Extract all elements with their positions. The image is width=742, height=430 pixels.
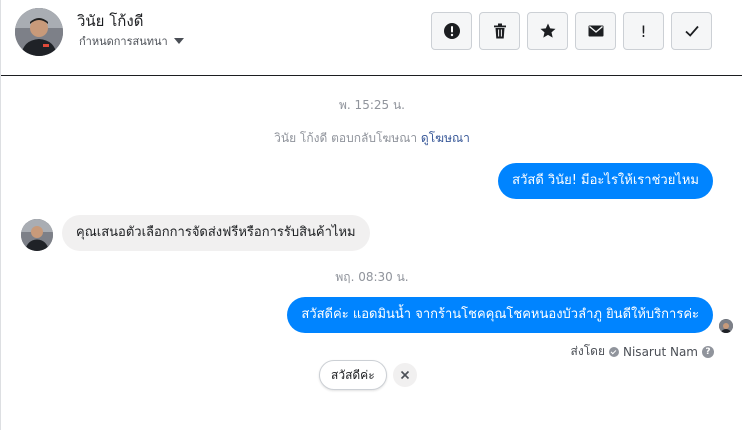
dismiss-quick-reply-button[interactable]: [393, 363, 417, 387]
person-photo-icon: [719, 320, 733, 333]
ad-reply-notice: วินัย โก้งดี ตอบกลับโฆษณา ดูโฆษณา: [1, 129, 742, 148]
mark-done-button[interactable]: [671, 12, 712, 50]
trash-icon: [493, 23, 506, 39]
help-icon[interactable]: ?: [702, 345, 714, 358]
envelope-icon: [588, 25, 603, 37]
quick-reply-chip[interactable]: สวัสดีค่ะ: [319, 360, 387, 390]
alert-circle-icon: [443, 23, 460, 39]
outgoing-message[interactable]: สวัสดีค่ะ แอดมินน้ำ จากร้านโชคคุณโชคหนอง…: [287, 297, 713, 333]
ad-reply-text: วินัย โก้งดี ตอบกลับโฆษณา: [274, 131, 418, 145]
person-photo-icon: [15, 8, 63, 56]
person-photo-icon: [21, 219, 53, 251]
contact-avatar[interactable]: [15, 8, 63, 56]
star-button[interactable]: [527, 12, 568, 50]
conversation-header: วินัย โก้งดี กำหนดการสนทนา !: [1, 0, 742, 76]
sent-by-info: ส่งโดย Nisarut Nam ?: [571, 342, 714, 361]
mark-unread-button[interactable]: [575, 12, 616, 50]
sent-by-name: Nisarut Nam: [623, 344, 698, 359]
timestamp: พฤ. 08:30 น.: [335, 270, 409, 284]
assign-conversation-dropdown[interactable]: กำหนดการสนทนา: [79, 32, 184, 50]
follow-up-button[interactable]: !: [623, 12, 664, 50]
conversation-panel: วินัย โก้งดี กำหนดการสนทนา ! พ. 15:25 น.…: [0, 0, 742, 430]
spam-button[interactable]: [431, 12, 472, 50]
outgoing-message[interactable]: สวัสดี วินัย! มีอะไรให้เราช่วยไหม: [498, 163, 713, 199]
incoming-message[interactable]: คุณเสนอตัวเลือกการจัดส่งฟรีหรือการรับสิน…: [62, 215, 370, 251]
assign-conversation-label: กำหนดการสนทนา: [79, 35, 168, 48]
read-receipt-avatar: [719, 319, 733, 333]
close-icon: [400, 370, 410, 380]
delete-button[interactable]: [479, 12, 520, 50]
action-toolbar: !: [431, 12, 712, 50]
caret-down-icon: [173, 38, 184, 44]
contact-name[interactable]: วินัย โก้งดี: [77, 9, 143, 33]
star-icon: [540, 23, 555, 38]
timestamp: พ. 15:25 น.: [339, 98, 405, 112]
verified-check-icon: [609, 346, 619, 357]
sent-by-label: ส่งโดย: [570, 344, 605, 358]
exclamation-icon: !: [640, 21, 647, 41]
view-ad-link[interactable]: ดูโฆษณา: [421, 131, 470, 145]
sender-avatar: [21, 219, 53, 251]
checkmark-icon: [684, 25, 699, 37]
